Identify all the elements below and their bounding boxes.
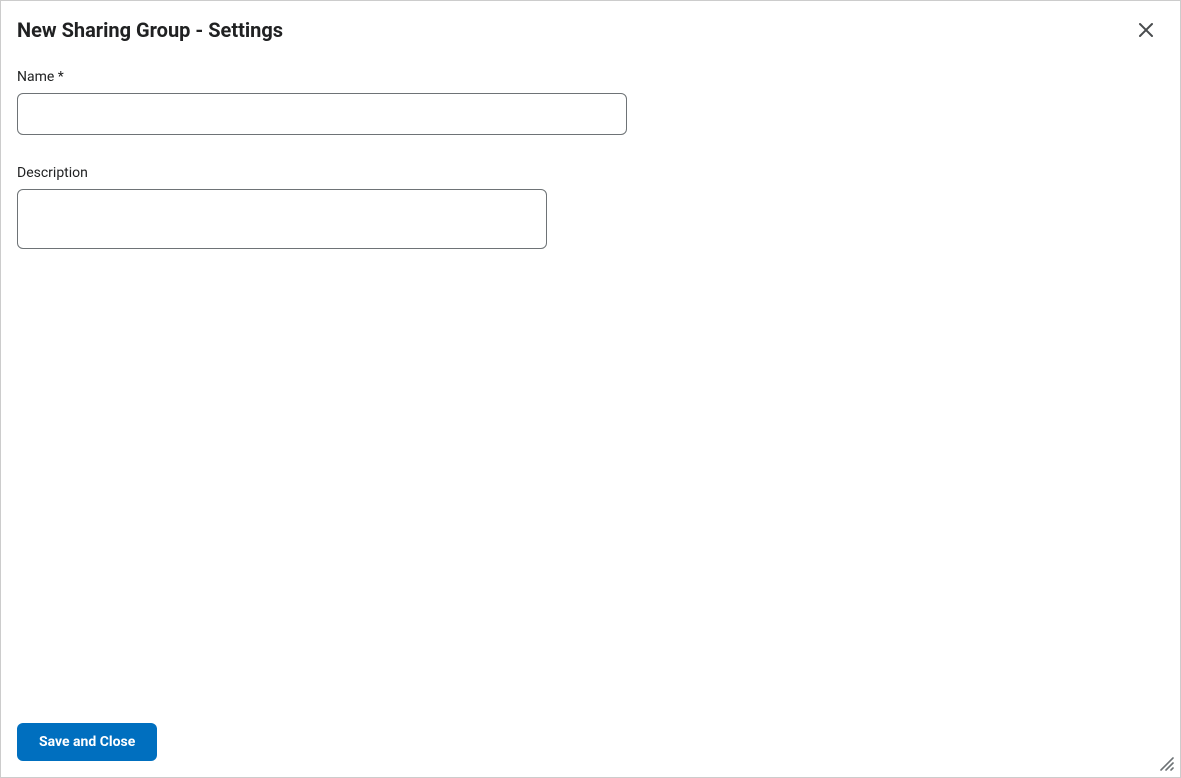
description-input[interactable] xyxy=(17,189,547,249)
close-icon xyxy=(1138,22,1154,41)
name-input[interactable] xyxy=(17,93,627,135)
resize-icon xyxy=(1158,756,1174,775)
name-label: Name * xyxy=(17,69,1164,85)
close-button[interactable] xyxy=(1132,17,1160,45)
description-field-group: Description xyxy=(17,165,1164,253)
dialog-footer: Save and Close xyxy=(1,707,1180,777)
dialog: New Sharing Group - Settings Name * Desc… xyxy=(0,0,1181,778)
name-field-group: Name * xyxy=(17,69,1164,135)
description-label: Description xyxy=(17,165,1164,181)
dialog-body: Name * Description xyxy=(1,45,1180,707)
save-and-close-button[interactable]: Save and Close xyxy=(17,723,157,761)
dialog-header: New Sharing Group - Settings xyxy=(1,1,1180,45)
dialog-title: New Sharing Group - Settings xyxy=(17,18,283,42)
resize-handle[interactable] xyxy=(1158,755,1174,771)
